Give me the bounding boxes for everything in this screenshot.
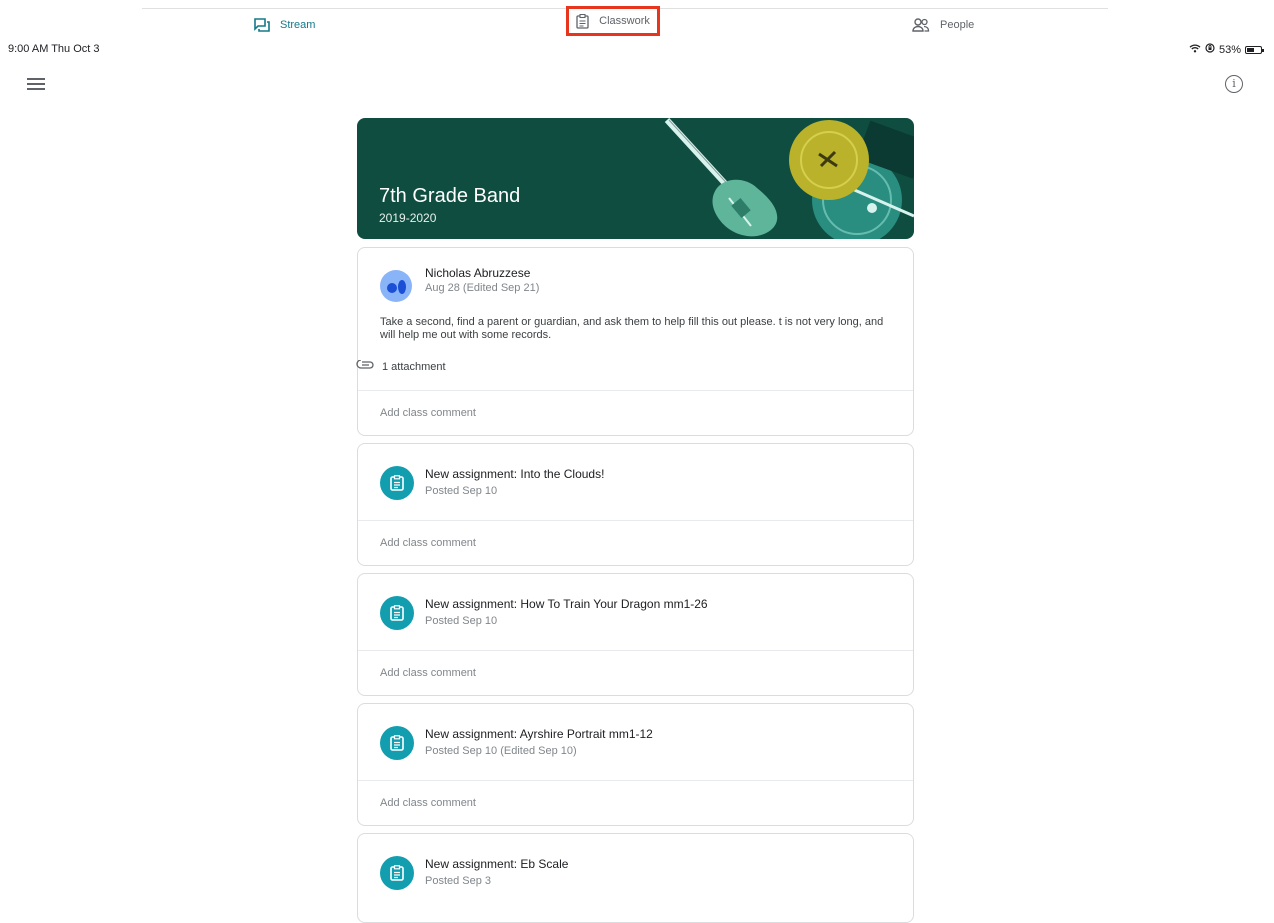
class-comment-field[interactable]: Add class comment xyxy=(380,407,476,419)
assignment-title: New assignment: Into the Clouds! xyxy=(425,467,605,481)
assignment-date: Posted Sep 10 xyxy=(425,615,498,627)
assignment-icon xyxy=(380,856,414,890)
class-comment-field[interactable]: Add class comment xyxy=(380,667,476,679)
assignment-date: Posted Sep 10 xyxy=(425,485,498,497)
assignment-title: New assignment: Ayrshire Portrait mm1-12 xyxy=(425,727,653,741)
assignment-icon xyxy=(380,596,414,630)
post-date: Aug 28 (Edited Sep 21) xyxy=(425,282,540,294)
status-indicators: 53% xyxy=(1189,43,1264,56)
tab-people-label: People xyxy=(940,19,975,31)
attachment-label: 1 attachment xyxy=(382,360,446,373)
tab-stream[interactable]: Stream xyxy=(254,14,315,36)
class-banner: 7th Grade Band 2019-2020 xyxy=(357,118,914,239)
tab-people[interactable]: People xyxy=(912,14,974,36)
assignment-date: Posted Sep 10 (Edited Sep 10) xyxy=(425,745,577,757)
assignment-card[interactable]: New assignment: Ayrshire Portrait mm1-12… xyxy=(357,703,914,826)
attachment-link[interactable]: 1 attachment xyxy=(356,359,446,373)
tab-stream-label: Stream xyxy=(280,19,316,31)
assignment-card[interactable]: New assignment: Eb Scale Posted Sep 3 xyxy=(357,833,914,923)
class-year: 2019-2020 xyxy=(379,211,437,225)
class-comment-field[interactable]: Add class comment xyxy=(380,797,476,809)
classwork-icon xyxy=(576,13,589,29)
card-divider xyxy=(358,520,913,521)
card-divider xyxy=(358,780,913,781)
assignment-title: New assignment: How To Train Your Dragon… xyxy=(425,597,708,611)
class-comment-field[interactable]: Add class comment xyxy=(380,537,476,549)
banner-illustration xyxy=(664,118,914,239)
status-time: 9:00 AM Thu Oct 3 xyxy=(8,43,100,55)
battery-icon xyxy=(1245,45,1264,54)
wifi-icon xyxy=(1189,43,1201,56)
post-author: Nicholas Abruzzese xyxy=(425,266,531,280)
announcement-card[interactable]: Nicholas Abruzzese Aug 28 (Edited Sep 21… xyxy=(356,247,914,436)
class-title: 7th Grade Band xyxy=(379,185,521,207)
assignment-icon xyxy=(380,466,414,500)
tab-classwork-label: Classwork xyxy=(599,15,650,27)
battery-percent: 53% xyxy=(1218,43,1241,56)
menu-icon[interactable] xyxy=(27,78,45,92)
assignment-title: New assignment: Eb Scale xyxy=(425,857,569,871)
paperclip-icon xyxy=(356,359,374,373)
avatar xyxy=(380,270,412,302)
card-divider xyxy=(358,650,913,651)
info-icon[interactable]: i xyxy=(1225,75,1243,93)
stream-icon xyxy=(254,18,270,32)
card-divider xyxy=(358,390,913,391)
assignment-card[interactable]: New assignment: Into the Clouds! Posted … xyxy=(357,443,914,566)
post-body: Take a second, find a parent or guardian… xyxy=(380,316,884,341)
orientation-lock-icon xyxy=(1205,43,1215,56)
assignment-card[interactable]: New assignment: How To Train Your Dragon… xyxy=(357,573,914,696)
assignment-date: Posted Sep 3 xyxy=(425,875,492,887)
assignment-icon xyxy=(380,726,414,760)
people-icon xyxy=(912,18,930,32)
tab-classwork[interactable]: Classwork xyxy=(566,6,660,36)
